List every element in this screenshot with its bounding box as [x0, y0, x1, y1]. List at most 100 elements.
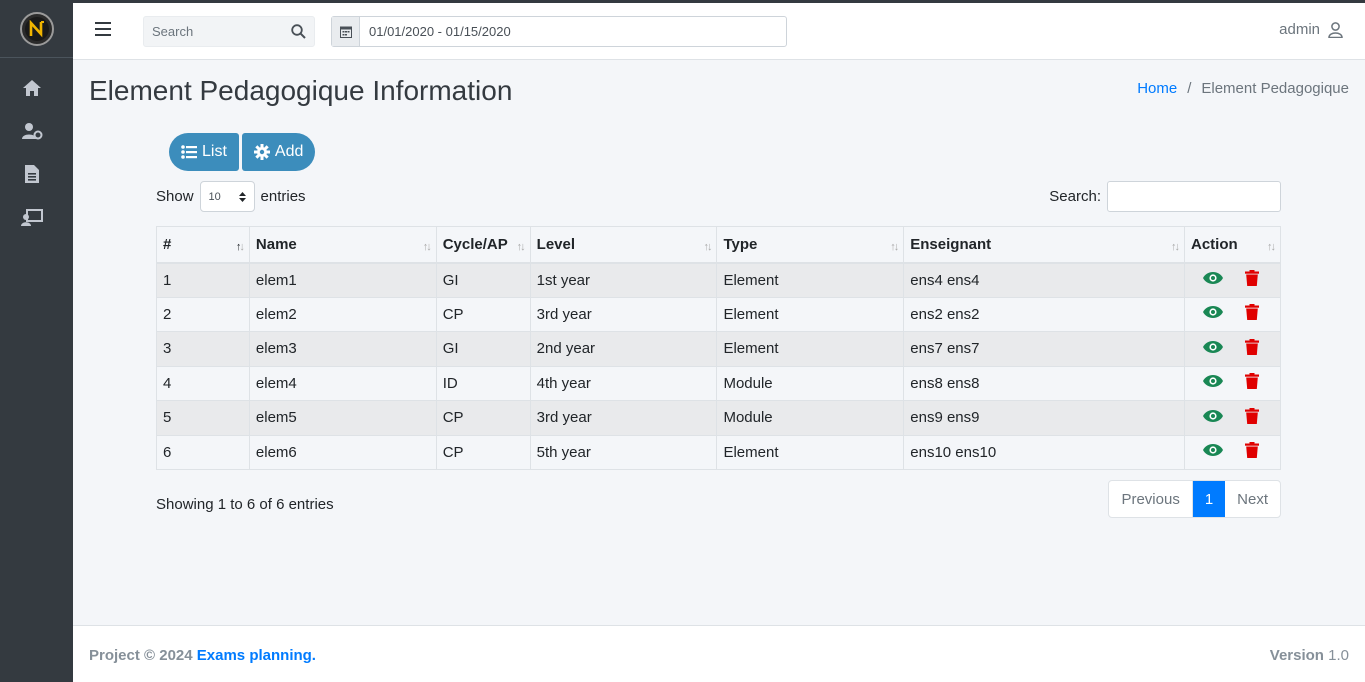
table-info: Showing 1 to 6 of 6 entries — [156, 496, 334, 513]
cell-action — [1183, 296, 1282, 332]
column-header-action[interactable]: Action ↑↓ — [1183, 226, 1282, 264]
cell-level: 2nd year — [529, 331, 718, 366]
cell-name: elem3 — [248, 331, 437, 366]
table-row: 3 elem3 GI 2nd year Element ens7 ens7 — [156, 331, 1282, 366]
home-icon[interactable] — [21, 77, 43, 99]
cell-cycle: GI — [435, 331, 531, 366]
main-content: Element Pedagogique Information Home / E… — [73, 60, 1365, 625]
cell-cycle: CP — [435, 400, 531, 435]
sort-icon: ↑↓ — [516, 241, 526, 253]
cell-number: 2 — [156, 296, 250, 332]
user-cog-icon[interactable] — [21, 120, 43, 142]
file-icon[interactable] — [21, 163, 43, 185]
column-header-cycle[interactable]: Cycle/AP ↑↓ — [435, 226, 531, 264]
show-label: Show — [156, 188, 194, 205]
pagination: Previous 1 Next — [1108, 480, 1281, 518]
calendar-icon — [332, 17, 360, 46]
table-header-row: # ↑↓ Name ↑↓ Cycle/AP ↑↓ Level ↑↓ Type ↑↓ Ens… — [156, 226, 1282, 264]
cell-level: 3rd year — [529, 400, 718, 435]
date-range-picker[interactable]: 01/01/2020 - 01/15/2020 — [331, 16, 787, 47]
cell-type: Element — [716, 331, 905, 366]
view-eye-icon[interactable] — [1202, 443, 1223, 461]
footer-project-link[interactable]: Exams planning. — [197, 647, 316, 664]
cell-cycle: GI — [435, 262, 531, 297]
version-label: Version — [1269, 647, 1324, 664]
menu-toggle-icon[interactable] — [95, 22, 111, 38]
user-icon — [1328, 21, 1343, 38]
table-row: 4 elem4 ID 4th year Module ens8 ens8 — [156, 365, 1282, 401]
column-header-number[interactable]: # ↑↓ — [156, 226, 250, 264]
breadcrumb-home-link[interactable]: Home — [1137, 80, 1177, 97]
entries-length-control: Show 10 entries — [156, 181, 306, 212]
delete-trash-icon[interactable] — [1244, 407, 1259, 428]
gear-icon — [253, 144, 270, 160]
column-header-name[interactable]: Name ↑↓ — [248, 226, 437, 264]
delete-trash-icon[interactable] — [1244, 270, 1259, 290]
column-header-enseignant[interactable]: Enseignant ↑↓ — [903, 226, 1185, 264]
footer-version: Version 1.0 — [1270, 647, 1349, 664]
cell-cycle: ID — [435, 365, 531, 401]
list-button[interactable]: List — [169, 133, 239, 171]
cell-action — [1183, 331, 1282, 366]
column-header-level[interactable]: Level ↑↓ — [529, 226, 718, 264]
user-name: admin — [1279, 21, 1320, 38]
view-eye-icon[interactable] — [1202, 305, 1223, 323]
cell-enseignant: ens9 ens9 — [903, 400, 1185, 435]
entries-label: entries — [260, 188, 306, 205]
cell-name: elem5 — [248, 400, 437, 435]
cell-level: 3rd year — [529, 296, 718, 332]
delete-trash-icon[interactable] — [1244, 373, 1259, 393]
cell-enseignant: ens2 ens2 — [903, 296, 1185, 332]
sort-icon: ↑↓ — [703, 241, 712, 253]
sort-icon: ↑↓ — [1267, 241, 1276, 253]
add-button-label: Add — [274, 143, 304, 160]
cell-name: elem4 — [248, 365, 437, 401]
pagination-next[interactable]: Next — [1225, 481, 1280, 517]
cell-level: 4th year — [529, 365, 718, 401]
delete-trash-icon[interactable] — [1244, 338, 1259, 359]
view-eye-icon[interactable] — [1202, 340, 1223, 358]
delete-trash-icon[interactable] — [1244, 304, 1259, 324]
date-range-value: 01/01/2020 - 01/15/2020 — [369, 24, 511, 39]
column-header-type[interactable]: Type ↑↓ — [716, 226, 905, 264]
sort-icon: ↑↓ — [890, 241, 899, 253]
select-arrows-icon — [238, 191, 246, 202]
footer: Project © 2024 Exams planning. Version 1… — [73, 625, 1365, 682]
logo-n-icon — [29, 20, 44, 38]
breadcrumb: Home / Element Pedagogique — [1137, 80, 1349, 97]
view-eye-icon[interactable] — [1202, 374, 1223, 392]
cell-number: 3 — [156, 331, 250, 366]
cell-type: Module — [716, 365, 905, 401]
view-eye-icon[interactable] — [1202, 409, 1223, 427]
cell-name: elem2 — [248, 296, 437, 332]
cell-type: Element — [716, 296, 905, 332]
breadcrumb-separator: / — [1187, 80, 1192, 97]
cell-enseignant: ens4 ens4 — [903, 262, 1185, 297]
footer-copyright: Project © 2024 Exams planning. — [89, 647, 316, 664]
cell-type: Element — [716, 262, 905, 297]
list-icon — [181, 145, 197, 159]
view-eye-icon[interactable] — [1202, 271, 1223, 289]
sidebar-divider — [0, 57, 73, 58]
cell-action — [1183, 400, 1282, 435]
cell-action — [1183, 365, 1282, 401]
cell-name: elem1 — [248, 262, 437, 297]
table-row: 5 elem5 CP 3rd year Module ens9 ens9 — [156, 400, 1282, 435]
search-icon[interactable] — [291, 24, 306, 44]
delete-trash-icon[interactable] — [1244, 442, 1259, 462]
user-menu[interactable]: admin — [1279, 21, 1343, 38]
pagination-page-1[interactable]: 1 — [1192, 481, 1226, 517]
app-logo[interactable] — [20, 12, 54, 46]
chalkboard-teacher-icon[interactable] — [21, 207, 43, 229]
search-placeholder: Search — [152, 24, 194, 39]
add-button[interactable]: Add — [241, 133, 316, 171]
sort-asc-icon: ↑↓ — [235, 241, 245, 253]
cell-number: 5 — [156, 400, 250, 435]
cell-number: 4 — [156, 365, 250, 401]
logo-mark — [25, 17, 49, 41]
navbar-search-input[interactable]: Search — [143, 16, 315, 47]
table-search-input[interactable] — [1107, 181, 1281, 212]
pagination-previous[interactable]: Previous — [1109, 481, 1191, 517]
cell-action — [1183, 262, 1282, 297]
entries-select[interactable]: 10 — [199, 181, 255, 212]
